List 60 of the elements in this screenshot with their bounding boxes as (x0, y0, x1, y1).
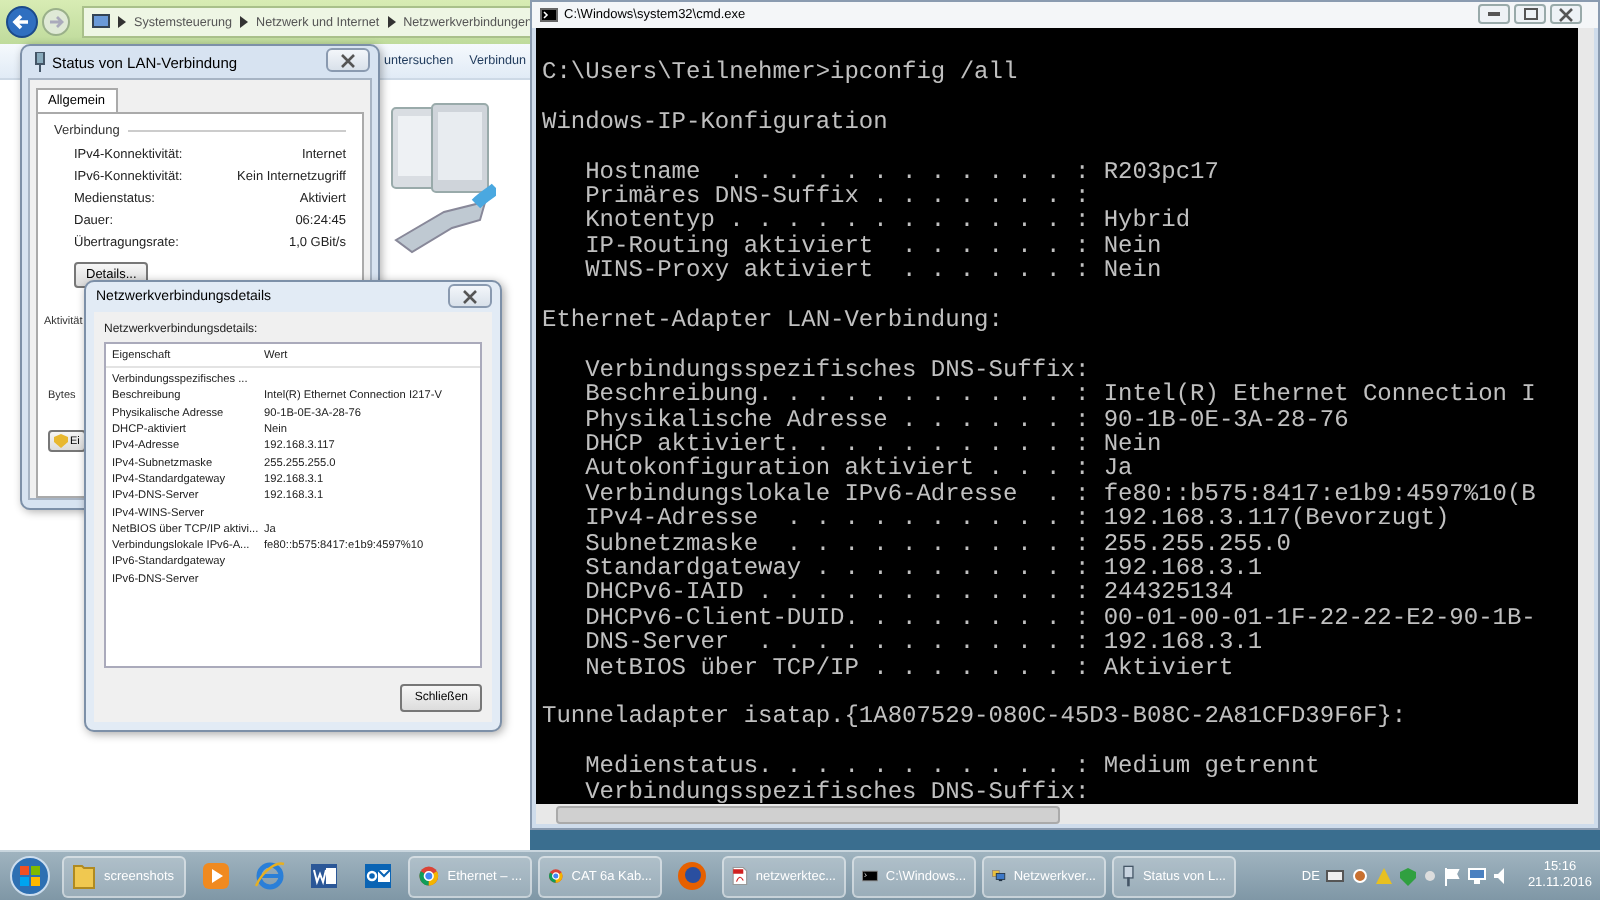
play-icon (202, 862, 230, 890)
maximize-button[interactable] (1514, 4, 1546, 24)
mail-icon (364, 862, 392, 890)
back-button[interactable] (6, 6, 38, 38)
console-line: C:\Users\Teilnehmer>ipconfig /all (542, 60, 1020, 85)
console-line: DHCPv6-IAID . . . . . . . . . . . : 244325134 (583, 580, 1236, 606)
console-line: IPv4-Adresse . . . . . . . . . . : 192.168.3.117(Bevorzugt) (583, 506, 1450, 532)
globe-icon (254, 860, 286, 892)
console-line: Verbindungsspezifisches DNS-Suffix: (583, 779, 1092, 804)
chevron-icon[interactable] (387, 16, 396, 28)
close-button[interactable] (448, 284, 492, 308)
network-cable-icon (1122, 860, 1135, 892)
horizontal-scrollbar[interactable] (536, 804, 1594, 824)
minimize-icon (1488, 12, 1500, 16)
control-panel-icon (92, 14, 110, 30)
flag-icon[interactable] (1443, 867, 1460, 885)
close-button[interactable] (1550, 4, 1582, 24)
close-icon (340, 53, 356, 67)
browser-icon (676, 860, 708, 892)
console-line: DNS-Server . . . . . . . . . . . : 192.168.3.1 (583, 630, 1265, 656)
network-cable-icon (34, 52, 46, 72)
document-icon (310, 862, 338, 890)
console-line: Physikalische Adresse . . . . . . : 90-1B-0E-3A-28-76 (583, 407, 1351, 433)
dot-icon[interactable] (1423, 870, 1436, 882)
console-line: DHCP aktiviert. . . . . . . . . . : Nein (583, 432, 1164, 457)
shield-icon (54, 434, 68, 448)
windows-logo-icon (10, 856, 50, 896)
close-icon (462, 289, 478, 303)
console-line: Knotentyp . . . . . . . . . . . . : Hybrid (583, 208, 1193, 234)
console-line: Verbindungsspezifisches DNS-Suffix: (583, 357, 1092, 383)
console-line: IP-Routing aktiviert . . . . . . : Nein (583, 233, 1164, 259)
close-icon (1558, 7, 1574, 21)
console-line: Beschreibung. . . . . . . . . . . : Intel(R) Ethernet Connection I (583, 382, 1538, 408)
keyboard-icon[interactable] (1325, 870, 1344, 882)
console-line: NetBIOS über TCP/IP . . . . . . . : Aktiviert (583, 655, 1236, 681)
console-line: Standardgateway . . . . . . . . . : 192.168.3.1 (583, 556, 1265, 581)
start-button[interactable] (4, 855, 56, 897)
network-icon[interactable] (1467, 868, 1486, 884)
speaker-icon[interactable] (1493, 868, 1510, 884)
console-line: DHCPv6-Client-DUID. . . . . . . . : 00-01-00-01-1F-22-22-E2-90-1B- (583, 605, 1538, 631)
folder-icon (72, 862, 96, 890)
vertical-scrollbar[interactable] (1578, 28, 1594, 804)
console-line: WINS-Proxy aktiviert . . . . . . : Nein (583, 258, 1164, 284)
console-line: Windows-IP-Konfiguration (542, 109, 890, 135)
restore-icon (1523, 8, 1537, 20)
chevron-icon[interactable] (240, 16, 249, 28)
scroll-thumb[interactable] (556, 805, 1060, 823)
close-button[interactable] (326, 48, 370, 72)
console-line: Ethernet-Adapter LAN-Verbindung: (542, 308, 1005, 333)
console-line: Medienstatus. . . . . . . . . . . : Medium getrennt (583, 754, 1322, 780)
console-line: Verbindungslokale IPv6-Adresse . : fe80::b575:8417:e1b9:4597%10(B (583, 481, 1538, 507)
gear-icon[interactable] (1351, 868, 1368, 884)
minimize-button[interactable] (1478, 4, 1510, 24)
console-line: Tunneladapter isatap.{1A807529-080C-45D3-B08C-2A81CFD39F6F}: (542, 704, 1409, 730)
terminal-icon (540, 8, 558, 22)
console-line: Hostname . . . . . . . . . . . . : R203pc17 (583, 159, 1221, 184)
console-line: Subnetzmaske . . . . . . . . . . : 255.255.255.0 (583, 531, 1293, 557)
console-line: Primäres DNS-Suffix . . . . . . . : (583, 184, 1092, 209)
console-line: Autokonfiguration aktiviert . . . : Ja (583, 456, 1133, 482)
chevron-icon[interactable] (118, 16, 126, 28)
